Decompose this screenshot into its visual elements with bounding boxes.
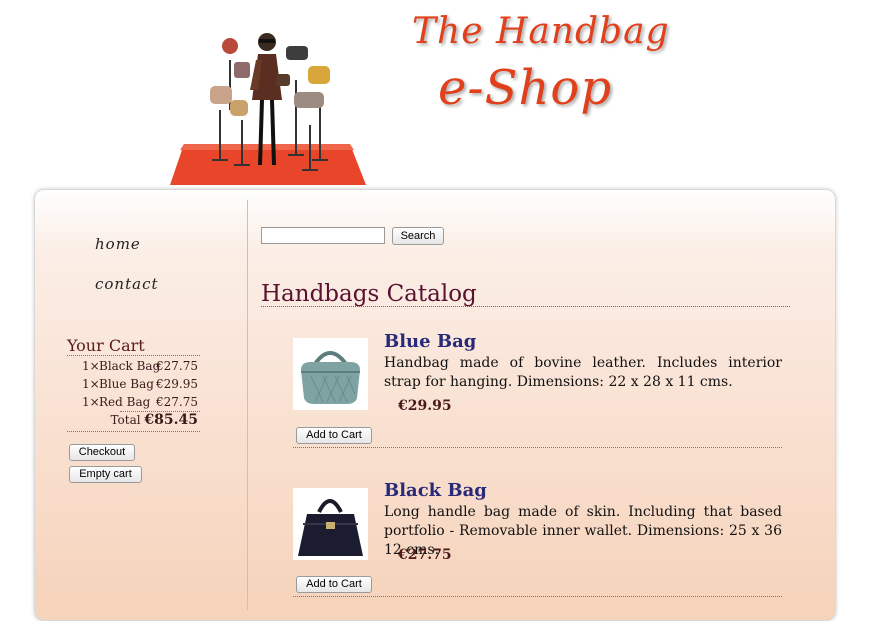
nav-home-link[interactable]: home (95, 235, 141, 253)
product-divider (293, 447, 782, 448)
cart-item-price: €27.75 (156, 395, 198, 409)
cart-item-qty: 1× (82, 395, 100, 409)
cart-item-name: Blue Bag (99, 377, 154, 391)
shop-title-line2: e-Shop (438, 60, 613, 116)
product-description: Handbag made of bovine leather. Includes… (384, 355, 782, 390)
product-price: €27.75 (398, 547, 452, 563)
product-name[interactable]: Black Bag (384, 480, 487, 501)
shop-banner-illustration (170, 20, 370, 186)
empty-cart-button[interactable]: Empty cart (69, 466, 142, 483)
shop-title: The Handbag e-Shop (412, 11, 670, 116)
checkout-button[interactable]: Checkout (69, 444, 135, 461)
cart-title: Your Cart (67, 336, 145, 355)
cart-total-label: Total (110, 413, 141, 427)
cart-item-name: Black Bag (99, 359, 161, 373)
search-input[interactable] (261, 227, 385, 244)
blue-bag-image[interactable] (293, 338, 368, 410)
product-name[interactable]: Blue Bag (384, 331, 476, 352)
search-button[interactable]: Search (392, 227, 444, 245)
cart-total-value: €85.45 (144, 412, 198, 428)
product-price: €29.95 (398, 398, 452, 414)
cart-item-qty: 1× (82, 359, 100, 373)
add-to-cart-button[interactable]: Add to Cart (296, 427, 372, 444)
cart-total: Total €85.45 (82, 412, 198, 428)
add-to-cart-button[interactable]: Add to Cart (296, 576, 372, 593)
nav-contact-link[interactable]: contact (95, 275, 159, 293)
product-divider (293, 596, 782, 597)
sidebar-divider (247, 200, 248, 610)
cart-item-price: €27.75 (156, 359, 198, 373)
cart-item-name: Red Bag (99, 395, 151, 409)
catalog-title-divider (261, 306, 790, 307)
shop-title-line1: The Handbag (412, 11, 670, 52)
cart-item-price: €29.95 (156, 377, 198, 391)
catalog-title: Handbags Catalog (261, 281, 477, 307)
cart-bottom-divider (67, 431, 200, 432)
black-bag-image[interactable] (293, 488, 368, 560)
cart-top-divider (67, 355, 200, 356)
cart-item-qty: 1× (82, 377, 100, 391)
